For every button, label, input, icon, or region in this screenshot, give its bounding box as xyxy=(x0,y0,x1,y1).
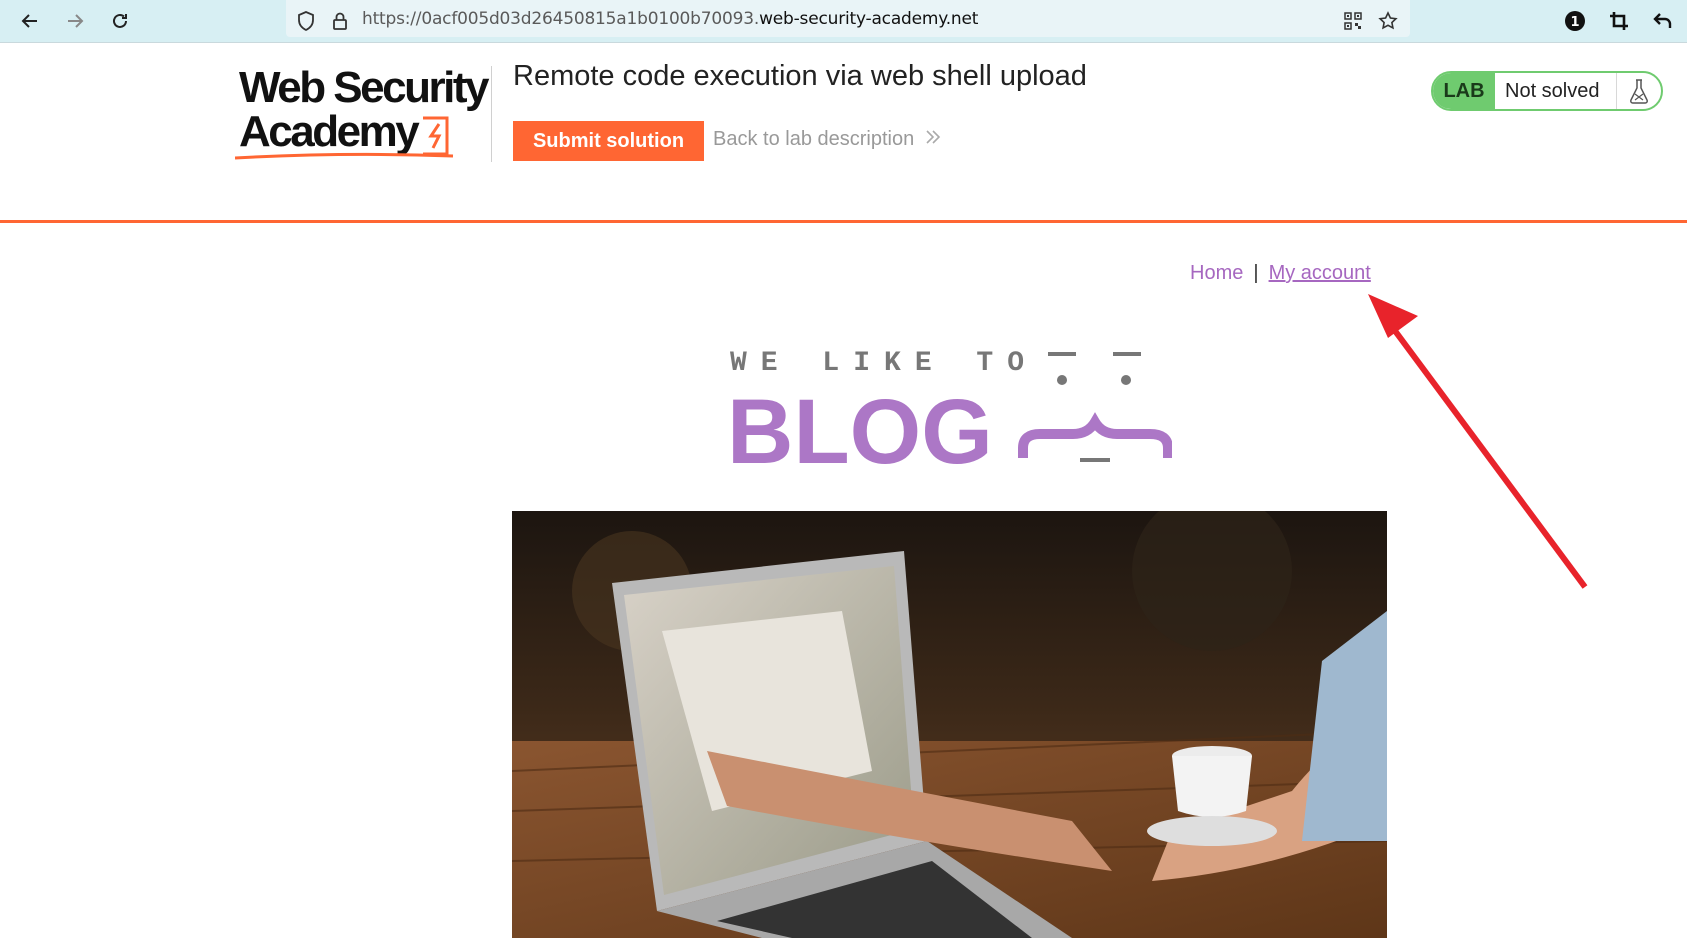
reload-icon[interactable] xyxy=(105,6,135,36)
flask-icon xyxy=(1617,73,1661,109)
undo-icon[interactable] xyxy=(1648,6,1678,36)
url-domain: web-security-academy.net xyxy=(759,9,979,29)
shield-icon[interactable] xyxy=(291,6,321,36)
browser-toolbar: https://0acf005d03d26450815a1b0100b70093… xyxy=(0,0,1687,43)
forward-arrow-icon[interactable] xyxy=(60,6,90,36)
logo-line-academy: Academy xyxy=(239,107,420,156)
header-divider xyxy=(491,66,492,162)
web-security-academy-logo[interactable]: Web Security Academy xyxy=(235,63,489,164)
back-to-lab-description-link[interactable]: Back to lab description xyxy=(713,128,914,151)
hero-image-laptop-handshake xyxy=(512,511,1387,938)
lab-status-text: Not solved xyxy=(1495,73,1617,109)
url-text: https://0acf005d03d26450815a1b0100b70093… xyxy=(362,9,978,29)
lab-status-badge: LAB Not solved xyxy=(1431,71,1663,111)
back-arrow-icon[interactable] xyxy=(15,6,45,36)
logo-underline-swoosh xyxy=(235,152,454,160)
extension-badge-icon[interactable]: 1 xyxy=(1560,6,1590,36)
nav-separator: | xyxy=(1253,262,1259,284)
my-account-link[interactable]: My account xyxy=(1269,262,1371,284)
banner-blog-word: BLOG xyxy=(727,381,993,483)
home-link[interactable]: Home xyxy=(1190,262,1243,284)
lock-icon[interactable] xyxy=(325,6,355,36)
lab-title: Remote code execution via web shell uplo… xyxy=(513,60,1087,92)
lightning-bolt-icon xyxy=(423,116,449,156)
star-bookmark-icon[interactable] xyxy=(1373,6,1403,36)
submit-solution-button[interactable]: Submit solution xyxy=(513,121,704,161)
svg-text:1: 1 xyxy=(1570,15,1579,30)
url-prefix: https://0acf005d03d26450815a1b0100b70093… xyxy=(362,9,760,29)
logo-line-web-security: Web Security xyxy=(239,63,489,112)
qr-code-icon[interactable] xyxy=(1338,6,1368,36)
blog-top-nav: Home | My account xyxy=(1190,262,1371,285)
lab-badge-label: LAB xyxy=(1433,73,1495,109)
blog-face-icon xyxy=(1018,352,1172,462)
double-chevron-right-icon[interactable] xyxy=(925,128,941,152)
banner-tagline: WE LIKE TO xyxy=(730,348,1039,379)
crop-icon[interactable] xyxy=(1604,6,1634,36)
header-orange-rule xyxy=(0,220,1687,223)
